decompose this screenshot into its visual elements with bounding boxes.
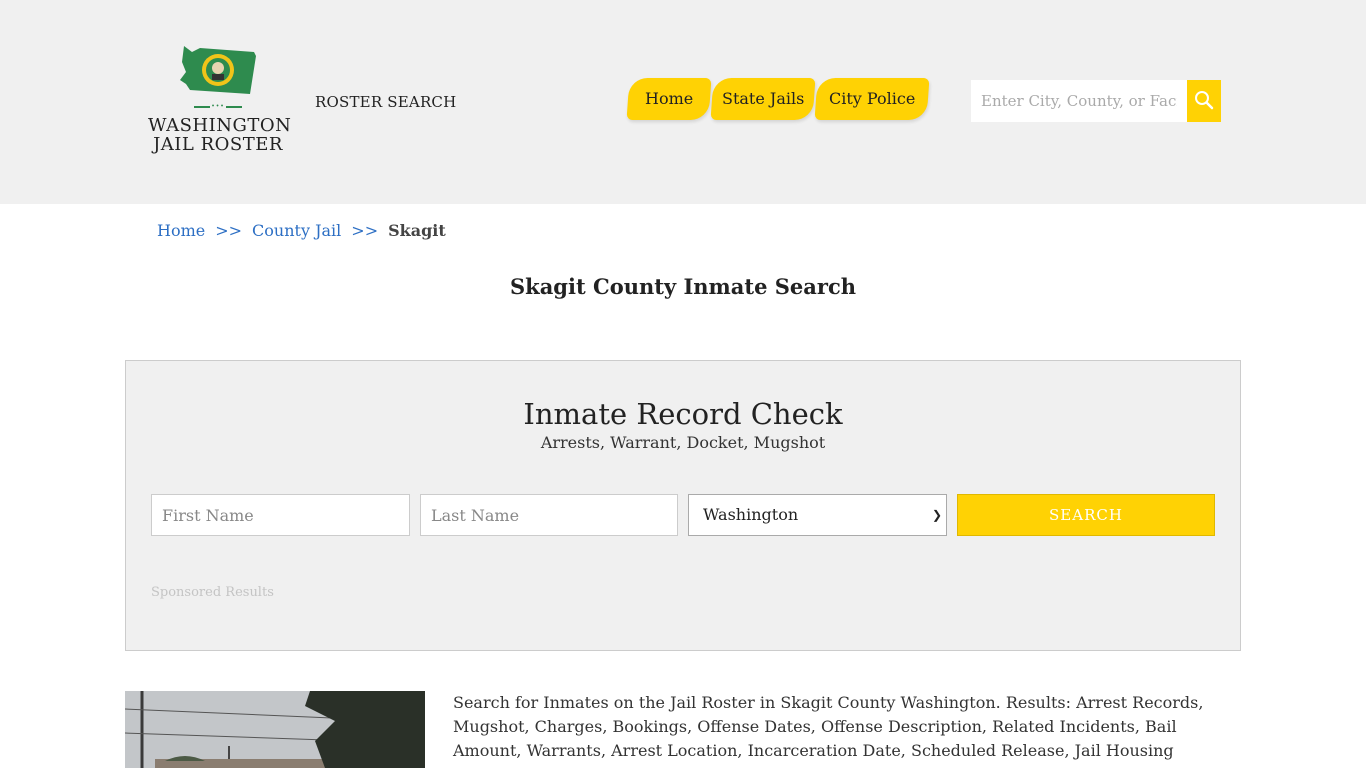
state-select-value: Washington [703, 505, 799, 524]
nav-state-jails-label: State Jails [721, 89, 805, 108]
record-check-title: Inmate Record Check [523, 397, 843, 431]
nav-state-jails[interactable]: State Jails [710, 78, 816, 120]
first-name-input[interactable] [151, 494, 410, 536]
jail-building-image [125, 691, 425, 768]
breadcrumb-separator: >> [215, 221, 243, 240]
record-search-button[interactable]: SEARCH [957, 494, 1215, 536]
roster-search-link[interactable]: ROSTER SEARCH [315, 93, 456, 111]
chevron-down-icon: ❯ [931, 508, 942, 522]
nav-home[interactable]: Home [626, 78, 712, 120]
state-select[interactable]: Washington ❯ [688, 494, 947, 536]
page-title: Skagit County Inmate Search [509, 274, 856, 299]
page-description: Search for Inmates on the Jail Roster in… [453, 693, 1204, 768]
jail-photo [125, 691, 425, 768]
magnifier-icon [1195, 90, 1214, 109]
logo-text: WASHINGTON JAIL ROSTER [148, 115, 292, 155]
nav-home-label: Home [644, 89, 694, 108]
breadcrumb: Home >> County Jail >> Skagit [157, 221, 446, 241]
record-check-subtitle: Arrests, Warrant, Docket, Mugshot [540, 433, 826, 452]
site-logo[interactable]: ••• WASHINGTON JAIL ROSTER [148, 44, 292, 160]
nav-city-police-label: City Police [828, 89, 916, 108]
sponsored-label: Sponsored Results [151, 585, 274, 600]
last-name-input[interactable] [420, 494, 678, 536]
breadcrumb-current: Skagit [388, 221, 446, 240]
breadcrumb-separator: >> [351, 221, 379, 240]
breadcrumb-home[interactable]: Home [157, 221, 205, 240]
logo-line-2: JAIL ROSTER [153, 134, 283, 155]
washington-state-map-icon [180, 46, 256, 94]
logo-dots: ••• [210, 103, 226, 111]
facility-search-button[interactable] [1187, 80, 1221, 122]
nav-city-police[interactable]: City Police [814, 78, 930, 120]
logo-line-1: WASHINGTON [148, 115, 292, 136]
breadcrumb-county-jail[interactable]: County Jail [252, 221, 341, 240]
site-header: ••• WASHINGTON JAIL ROSTER ROSTER SEARCH… [0, 0, 1366, 204]
facility-search-input[interactable] [971, 80, 1187, 122]
inmate-record-check-panel: Inmate Record Check Arrests, Warrant, Do… [125, 360, 1241, 651]
